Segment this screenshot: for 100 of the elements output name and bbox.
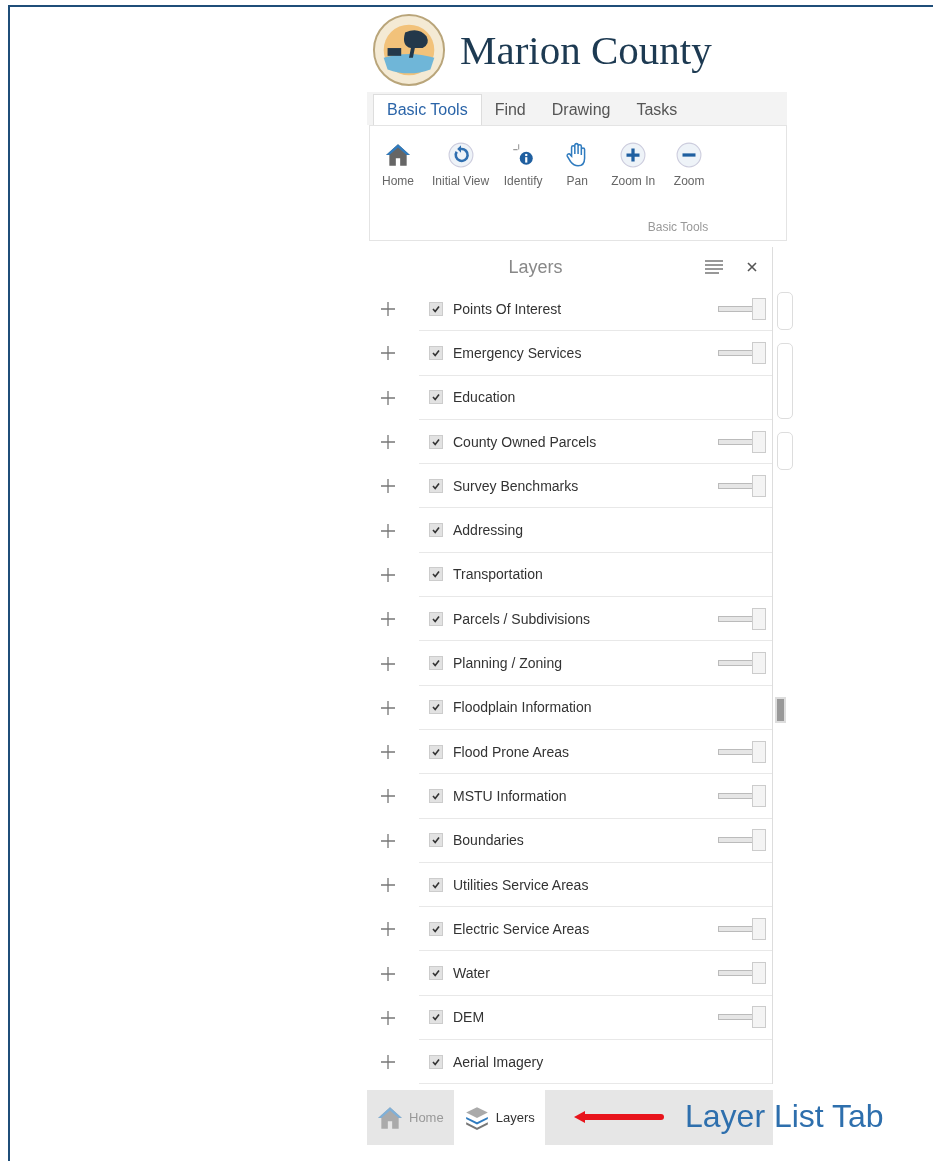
expand-icon[interactable] (381, 922, 395, 937)
ribbon-tab[interactable]: Drawing (538, 94, 624, 125)
checkbox[interactable] (429, 567, 443, 582)
layer-name: Addressing (453, 522, 525, 539)
expand-icon[interactable] (381, 656, 395, 671)
checkbox[interactable] (429, 833, 443, 848)
layer-name: Utilities Service Areas (453, 876, 590, 893)
slider-thumb[interactable] (752, 652, 767, 674)
expand-icon[interactable] (381, 612, 395, 627)
scrollbar-thumb[interactable] (775, 697, 787, 723)
opacity-slider[interactable] (718, 430, 767, 453)
app-title: Marion County (460, 25, 712, 74)
checkbox[interactable] (429, 301, 443, 316)
home-icon (385, 142, 411, 168)
checkbox[interactable] (429, 1054, 443, 1069)
close-icon[interactable] (746, 261, 759, 273)
slider-thumb[interactable] (752, 474, 767, 497)
expand-icon[interactable] (381, 878, 395, 892)
checkmark-icon (431, 1012, 441, 1023)
checkbox[interactable] (429, 434, 443, 449)
layer-name: Education (453, 389, 517, 406)
checkbox[interactable] (429, 700, 443, 715)
slider-thumb[interactable] (752, 917, 767, 940)
expand-icon[interactable] (381, 833, 395, 848)
slider-thumb[interactable] (752, 829, 767, 852)
layer-name: Planning / Zoning (453, 655, 563, 671)
checkbox[interactable] (429, 611, 443, 626)
expand-icon[interactable] (381, 966, 395, 981)
slider-thumb[interactable] (752, 740, 767, 763)
checkmark-icon (431, 658, 441, 668)
expand-icon[interactable] (381, 302, 395, 317)
opacity-slider[interactable] (718, 829, 767, 852)
opacity-slider[interactable] (718, 607, 767, 630)
tool-button[interactable]: Pan (557, 142, 598, 188)
expand-icon[interactable] (381, 789, 395, 804)
slider-thumb[interactable] (752, 784, 767, 807)
layer-name: DEM (453, 1009, 486, 1026)
layer-name: MSTU Information (453, 787, 568, 804)
ribbon-tab[interactable]: Tasks (623, 94, 691, 125)
layer-name: Electric Service Areas (453, 920, 591, 937)
checkbox[interactable] (429, 877, 443, 892)
slider-thumb[interactable] (752, 430, 767, 453)
expand-icon[interactable] (381, 479, 395, 494)
slider-thumb[interactable] (752, 341, 767, 364)
checkbox[interactable] (429, 1010, 443, 1025)
tool-button[interactable]: Identify (503, 142, 544, 188)
opacity-slider[interactable] (718, 784, 767, 807)
ribbon-tab[interactable]: Find (481, 94, 539, 125)
expand-icon[interactable] (381, 1010, 395, 1025)
tool-button[interactable]: Home (378, 142, 418, 188)
slider-thumb[interactable] (752, 297, 767, 320)
checkmark-icon (431, 480, 441, 491)
checkbox[interactable] (429, 345, 443, 360)
layers-icon (463, 1104, 490, 1131)
slider-thumb[interactable] (752, 607, 767, 630)
checkbox[interactable] (429, 390, 443, 405)
expand-icon[interactable] (381, 390, 395, 405)
checkbox[interactable] (429, 523, 443, 538)
checkmark-icon (431, 303, 441, 314)
menu-icon[interactable] (704, 259, 725, 275)
opacity-slider[interactable] (718, 341, 767, 364)
expand-icon[interactable] (381, 435, 395, 450)
checkbox[interactable] (429, 478, 443, 493)
expand-icon[interactable] (381, 700, 395, 715)
layer-name: Flood Prone Areas (453, 743, 570, 760)
slider-thumb[interactable] (752, 962, 767, 985)
opacity-slider[interactable] (718, 297, 767, 320)
opacity-slider[interactable] (718, 740, 767, 763)
checkbox[interactable] (429, 966, 443, 981)
expand-icon[interactable] (381, 567, 395, 582)
checkbox[interactable] (429, 788, 443, 803)
checkbox[interactable] (429, 656, 443, 670)
checkmark-icon (431, 613, 441, 624)
opacity-slider[interactable] (718, 917, 767, 940)
layer-name: Water (453, 965, 491, 982)
layer-name: Boundaries (453, 832, 525, 849)
tool-button[interactable]: Initial View (432, 142, 490, 188)
slider-thumb[interactable] (752, 1006, 767, 1029)
checkmark-icon (431, 1056, 441, 1067)
expand-icon[interactable] (381, 745, 395, 760)
bottom-tab[interactable]: Layers (453, 1090, 545, 1146)
checkmark-icon (431, 746, 441, 757)
checkmark-icon (431, 968, 441, 979)
checkmark-icon (431, 569, 441, 580)
layer-name: Aerial Imagery (453, 1053, 545, 1070)
tool-button[interactable]: Zoom (669, 142, 710, 188)
tool-button[interactable]: Zoom In (611, 142, 656, 188)
checkmark-icon (431, 392, 441, 403)
checkmark-icon (431, 702, 441, 713)
checkbox[interactable] (429, 921, 443, 936)
layer-name: Points Of Interest (453, 300, 563, 317)
opacity-slider[interactable] (718, 1006, 767, 1029)
checkbox[interactable] (429, 744, 443, 759)
opacity-slider[interactable] (718, 474, 767, 497)
expand-icon[interactable] (381, 1055, 395, 1070)
expand-icon[interactable] (381, 346, 395, 361)
opacity-slider[interactable] (718, 962, 767, 985)
expand-icon[interactable] (381, 523, 395, 538)
ribbon-tab[interactable]: Basic Tools (373, 94, 482, 125)
opacity-slider[interactable] (718, 652, 767, 674)
